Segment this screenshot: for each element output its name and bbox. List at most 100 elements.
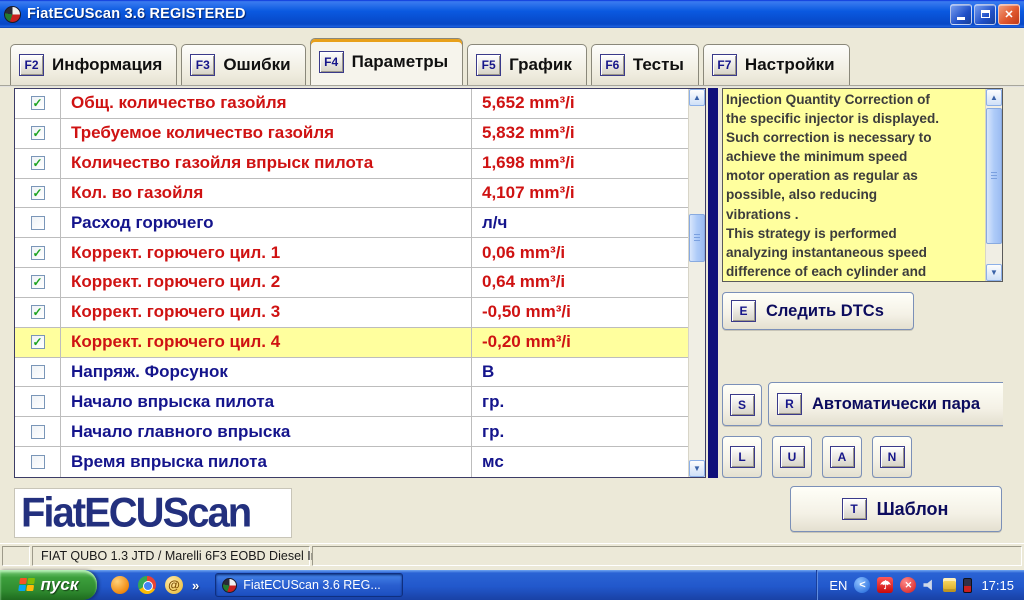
tray-collapse-icon[interactable]: <	[854, 577, 870, 593]
tab-label: Тесты	[633, 55, 684, 75]
scroll-up-icon[interactable]: ▲	[986, 89, 1002, 106]
info-scrollbar[interactable]: ▲ ▼	[985, 89, 1002, 281]
row-checkbox[interactable]	[31, 365, 45, 379]
fkey-badge: F5	[476, 54, 501, 76]
checkbox-cell	[15, 447, 61, 477]
param-name: Коррект. горючего цил. 3	[61, 298, 472, 327]
hotkey-badge: N	[880, 446, 905, 468]
minimize-button[interactable]	[950, 4, 972, 25]
table-row[interactable]: Напряж. ФорсунокВ	[15, 358, 688, 388]
close-button[interactable]: ✕	[998, 4, 1020, 25]
auto-parameters-button[interactable]: R Автоматически пара	[768, 382, 1003, 426]
app-icon	[222, 578, 237, 593]
table-row[interactable]: ✓Требуемое количество газойля5,832 mm³/i	[15, 119, 688, 149]
tab-f7[interactable]: F7Настройки	[703, 44, 850, 85]
system-tray: EN < ☂ ✕ 17:15	[816, 570, 1024, 600]
table-scroll-thumb[interactable]	[689, 214, 705, 262]
tab-f3[interactable]: F3Ошибки	[181, 44, 305, 85]
tab-f6[interactable]: F6Тесты	[591, 44, 699, 85]
row-checkbox[interactable]	[31, 455, 45, 469]
row-checkbox[interactable]: ✓	[31, 305, 45, 319]
table-row[interactable]: ✓Количество газойля впрыск пилота1,698 m…	[15, 149, 688, 179]
table-row[interactable]: Начало впрыска пилотагр.	[15, 387, 688, 417]
taskbar: пуск @ » FiatECUScan 3.6 REG... EN < ☂ ✕…	[0, 570, 1024, 600]
taskbar-task-fiatecuscan[interactable]: FiatECUScan 3.6 REG...	[215, 573, 403, 597]
param-value: л/ч	[472, 208, 688, 237]
param-name: Коррект. горючего цил. 1	[61, 238, 472, 267]
table-row[interactable]: Расход горючегол/ч	[15, 208, 688, 238]
mail-at-icon[interactable]: @	[165, 576, 183, 594]
table-row[interactable]: ✓Коррект. горючего цил. 3-0,50 mm³/i	[15, 298, 688, 328]
row-checkbox[interactable]	[31, 395, 45, 409]
a-button[interactable]: A	[822, 436, 862, 478]
param-value: мс	[472, 447, 688, 477]
tray-error-icon[interactable]: ✕	[900, 577, 916, 593]
param-name: Начало главного впрыска	[61, 417, 472, 446]
checkbox-cell	[15, 358, 61, 387]
s-button[interactable]: S	[722, 384, 762, 426]
row-checkbox[interactable]: ✓	[31, 186, 45, 200]
table-scrollbar[interactable]: ▲ ▼	[688, 89, 705, 477]
brand-logo: FiatECUScan	[21, 490, 250, 537]
hotkey-badge: L	[730, 446, 755, 468]
param-value: В	[472, 358, 688, 387]
checkbox-cell: ✓	[15, 149, 61, 178]
row-checkbox[interactable]: ✓	[31, 335, 45, 349]
tab-label: Ошибки	[223, 55, 290, 75]
fkey-badge: F7	[712, 54, 737, 76]
hotkey-badge: A	[830, 446, 855, 468]
u-button[interactable]: U	[772, 436, 812, 478]
restore-button[interactable]	[974, 4, 996, 25]
tab-f4[interactable]: F4Параметры	[310, 38, 464, 85]
chrome-icon[interactable]	[138, 576, 156, 594]
hotkey-badge: E	[731, 300, 756, 322]
fkey-badge: F4	[319, 51, 344, 73]
antivirus-icon[interactable]: ☂	[877, 577, 893, 593]
table-row[interactable]: ✓Общ. количество газойля5,652 mm³/i	[15, 89, 688, 119]
row-checkbox[interactable]: ✓	[31, 126, 45, 140]
tab-f2[interactable]: F2Информация	[10, 44, 177, 85]
quicklaunch-app-icon[interactable]	[111, 576, 129, 594]
window-title: FiatECUScan 3.6 REGISTERED	[27, 6, 948, 22]
status-cell-empty	[2, 546, 30, 566]
quicklaunch-overflow-chevron[interactable]: »	[192, 578, 199, 593]
tabstrip-divider	[0, 85, 1024, 87]
table-row[interactable]: ✓Кол. во газойля4,107 mm³/i	[15, 179, 688, 209]
table-row[interactable]: Начало главного впрыскагр.	[15, 417, 688, 447]
panel-divider	[708, 88, 718, 478]
row-checkbox[interactable]: ✓	[31, 246, 45, 260]
row-checkbox[interactable]: ✓	[31, 156, 45, 170]
param-value: 5,652 mm³/i	[472, 89, 688, 118]
app-icon[interactable]	[4, 6, 21, 23]
row-checkbox[interactable]	[31, 216, 45, 230]
brand-logo-box: FiatECUScan	[14, 488, 292, 538]
start-button[interactable]: пуск	[0, 570, 97, 600]
n-button[interactable]: N	[872, 436, 912, 478]
language-indicator[interactable]: EN	[829, 578, 847, 593]
info-scroll-thumb[interactable]	[986, 108, 1002, 244]
table-row[interactable]: ✓Коррект. горючего цил. 20,64 mm³/i	[15, 268, 688, 298]
table-row[interactable]: ✓Коррект. горючего цил. 10,06 mm³/i	[15, 238, 688, 268]
tab-f5[interactable]: F5График	[467, 44, 587, 85]
param-value: 1,698 mm³/i	[472, 149, 688, 178]
tray-device-icon[interactable]	[963, 578, 972, 593]
row-checkbox[interactable]: ✓	[31, 96, 45, 110]
table-row[interactable]: Время впрыска пилотамс	[15, 447, 688, 477]
table-row[interactable]: ✓Коррект. горючего цил. 4-0,20 mm³/i	[15, 328, 688, 358]
checkbox-cell	[15, 387, 61, 416]
template-button[interactable]: T Шаблон	[790, 486, 1002, 532]
param-name: Напряж. Форсунок	[61, 358, 472, 387]
watch-dtcs-button[interactable]: E Следить DTCs	[722, 292, 914, 330]
hotkey-badge: T	[842, 498, 867, 520]
scroll-down-icon[interactable]: ▼	[689, 460, 705, 477]
volume-icon[interactable]	[923, 579, 936, 591]
scroll-down-icon[interactable]: ▼	[986, 264, 1002, 281]
l-button[interactable]: L	[722, 436, 762, 478]
row-checkbox[interactable]: ✓	[31, 275, 45, 289]
windows-logo-icon	[17, 578, 35, 593]
start-label: пуск	[41, 575, 79, 595]
scroll-up-icon[interactable]: ▲	[689, 89, 705, 106]
param-name: Коррект. горючего цил. 2	[61, 268, 472, 297]
row-checkbox[interactable]	[31, 425, 45, 439]
tray-updates-icon[interactable]	[943, 578, 956, 592]
